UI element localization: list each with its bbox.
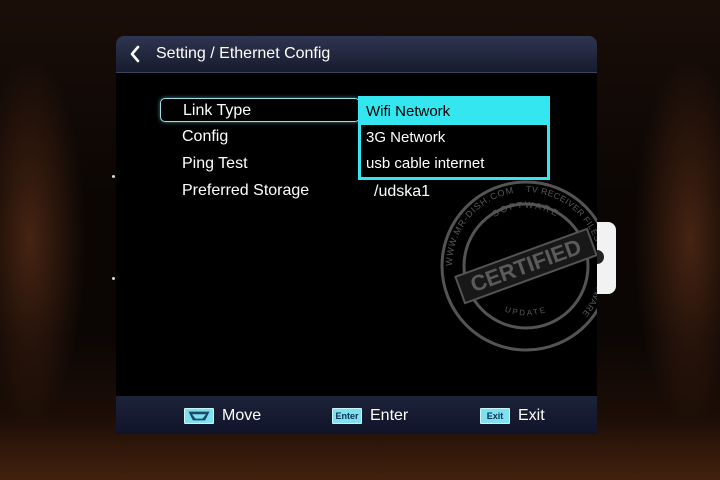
watermark-top-text: SOFTWARE [490, 200, 559, 219]
hint-move-label: Move [222, 407, 262, 424]
chevron-left-icon[interactable] [128, 44, 142, 64]
svg-text:UPDATE: UPDATE [504, 305, 548, 318]
hint-move: Move [184, 406, 261, 426]
dropdown-option-wifi[interactable]: Wifi Network [361, 99, 547, 125]
exit-key-icon: Exit [480, 408, 510, 424]
svg-text:WWW.MR-DISH.COM: WWW.MR-DISH.COM [444, 185, 515, 266]
menu-item-link-type[interactable]: Link Type [160, 98, 360, 122]
dropdown-option-usb[interactable]: usb cable internet [361, 151, 547, 177]
watermark-bottom-text: UPDATE [504, 305, 546, 318]
hint-enter: Enter Enter [332, 406, 408, 426]
settings-window: Setting / Ethernet Config Link Type Conf… [116, 36, 597, 434]
hint-exit-label: Exit [518, 407, 545, 424]
background-dot [112, 277, 115, 280]
menu-item-config[interactable]: Config [160, 125, 360, 149]
footer-bar: Move Enter Enter Exit Exit [116, 396, 597, 434]
watermark-url-text: WWW.MR-DISH.COM [444, 185, 514, 266]
page-title: Setting / Ethernet Config [156, 45, 331, 62]
menu-item-preferred-storage[interactable]: Preferred Storage [160, 179, 360, 203]
menu-item-ping-test[interactable]: Ping Test [160, 152, 360, 176]
enter-key-icon: Enter [332, 408, 362, 424]
tv-screen: Setting / Ethernet Config Link Type Conf… [0, 0, 720, 480]
hint-exit: Exit Exit [480, 406, 545, 426]
arrows-icon [184, 408, 214, 424]
preferred-storage-value: /udska1 [374, 183, 431, 200]
svg-text:TV RECEIVER FILES AND SOFTWARE: TV RECEIVER FILES AND SOFTWARE [526, 184, 597, 319]
watermark-ring-text: TV RECEIVER FILES AND SOFTWARE [526, 184, 597, 319]
hint-enter-label: Enter [370, 407, 409, 424]
svg-text:SOFTWARE: SOFTWARE [490, 200, 561, 219]
title-bar: Setting / Ethernet Config [116, 36, 597, 73]
background-dot [112, 175, 115, 178]
link-type-dropdown[interactable]: Wifi Network 3G Network usb cable intern… [358, 96, 550, 180]
watermark-main-text: CERTIFIED [467, 234, 585, 297]
dropdown-option-3g[interactable]: 3G Network [361, 125, 547, 151]
certified-watermark: WWW.MR-DISH.COM TV RECEIVER FILES AND SO… [440, 180, 597, 352]
side-tab [594, 222, 616, 294]
